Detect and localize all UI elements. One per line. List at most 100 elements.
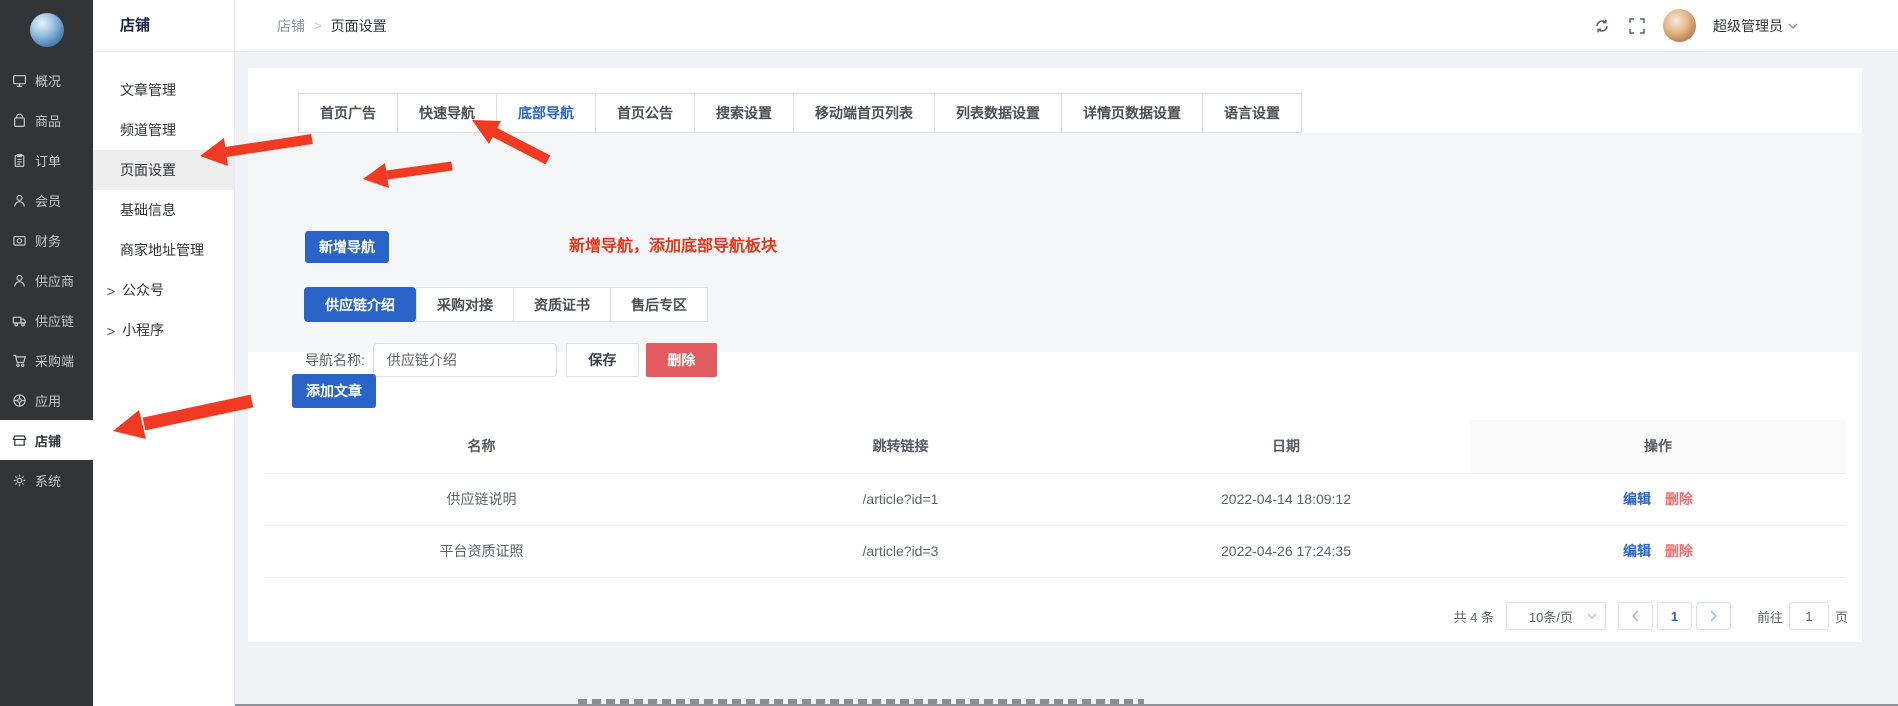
add-nav-button[interactable]: 新增导航: [305, 231, 389, 263]
sidebar-item-system[interactable]: 系统: [0, 460, 93, 500]
breadcrumb-separator: >: [314, 18, 322, 33]
supply-chain-icon: [12, 313, 27, 328]
tab-search-settings[interactable]: 搜索设置: [694, 93, 794, 133]
fullscreen-icon[interactable]: [1628, 17, 1646, 35]
sidebar-item-members[interactable]: 会员: [0, 180, 93, 220]
supplier-icon: [12, 273, 27, 288]
order-icon: [12, 153, 27, 168]
nav-subtabs: 供应链介绍 采购对接 资质证书 售后专区: [305, 287, 708, 322]
sidebar-item-label: 供应商: [35, 271, 74, 290]
pagination: 共 4 条 10条/页 1 前往 页: [1454, 602, 1849, 630]
page-size-value: 10条/页: [1529, 607, 1573, 626]
article-date: 2022-04-26 17:24:35: [1102, 525, 1470, 577]
sidebar-item-merchant-address[interactable]: 商家地址管理: [93, 230, 234, 270]
tab-language-settings[interactable]: 语言设置: [1202, 93, 1302, 133]
caret-down-icon: [1788, 23, 1798, 29]
select-caret-icon: [1587, 613, 1597, 619]
prev-page-button[interactable]: [1618, 602, 1653, 630]
col-actions: 操作: [1470, 420, 1846, 473]
breadcrumb: 店铺 > 页面设置: [277, 16, 387, 36]
sidebar-item-label: 商品: [35, 111, 61, 130]
sidebar-item-mini-program[interactable]: >小程序: [93, 310, 234, 350]
sidebar-item-overview[interactable]: 概况: [0, 60, 93, 100]
primary-sidebar: 概况 商品 订单 会员 财务 供应商: [0, 0, 93, 706]
sidebar-item-label: 采购端: [35, 351, 74, 370]
subtab-procurement-docking[interactable]: 采购对接: [416, 287, 514, 322]
system-icon: [12, 473, 27, 488]
sidebar-item-goods[interactable]: 商品: [0, 100, 93, 140]
page-content: 首页广告 快速导航 底部导航 首页公告 搜索设置 移动端首页列表 列表数据设置 …: [235, 52, 1898, 706]
add-article-button[interactable]: 添加文章: [292, 374, 376, 408]
delete-button[interactable]: 删除: [646, 343, 717, 377]
delete-link[interactable]: 删除: [1665, 491, 1693, 507]
goto-page-input[interactable]: [1789, 602, 1829, 630]
pagination-total: 共 4 条: [1454, 607, 1494, 626]
shop-icon: [12, 433, 27, 448]
sidebar-item-official-account[interactable]: >公众号: [93, 270, 234, 310]
page-unit-label: 页: [1835, 607, 1848, 626]
user-avatar[interactable]: [1663, 9, 1696, 42]
page-number-button[interactable]: 1: [1657, 602, 1692, 630]
article-name: 供应链说明: [264, 473, 699, 525]
sidebar-item-channel-management[interactable]: 频道管理: [93, 110, 234, 150]
breadcrumb-root[interactable]: 店铺: [277, 16, 305, 36]
sidebar-item-supply-chain[interactable]: 供应链: [0, 300, 93, 340]
edit-link[interactable]: 编辑: [1623, 543, 1651, 559]
user-menu[interactable]: 超级管理员: [1713, 16, 1798, 36]
subtab-after-sales[interactable]: 售后专区: [610, 287, 708, 322]
sidebar-item-label: 财务: [35, 231, 61, 250]
sidebar-item-basic-info[interactable]: 基础信息: [93, 190, 234, 230]
sidebar-item-shop[interactable]: 店铺: [0, 420, 93, 460]
procurement-icon: [12, 353, 27, 368]
logo-wrap: [0, 0, 93, 60]
sidebar-item-page-settings[interactable]: 页面设置: [93, 150, 234, 190]
sidebar-item-label: 公众号: [122, 282, 164, 298]
refresh-icon[interactable]: [1593, 17, 1611, 35]
tab-quick-nav[interactable]: 快速导航: [397, 93, 497, 133]
nav-name-input[interactable]: [373, 343, 557, 377]
tab-home-ads[interactable]: 首页广告: [298, 93, 398, 133]
tab-list-data-settings[interactable]: 列表数据设置: [934, 93, 1062, 133]
top-bar: 店铺 > 页面设置 超级管理员: [235, 0, 1898, 52]
tab-detail-data-settings[interactable]: 详情页数据设置: [1061, 93, 1203, 133]
subtab-supply-chain-intro[interactable]: 供应链介绍: [304, 287, 416, 322]
sidebar-item-label: 应用: [35, 391, 61, 410]
tab-mobile-home-list[interactable]: 移动端首页列表: [793, 93, 935, 133]
apps-icon: [12, 393, 27, 408]
delete-link[interactable]: 删除: [1665, 543, 1693, 559]
edit-link[interactable]: 编辑: [1623, 491, 1651, 507]
next-icon: [1709, 610, 1718, 622]
sidebar-item-article-management[interactable]: 文章管理: [93, 70, 234, 110]
sidebar-item-orders[interactable]: 订单: [0, 140, 93, 180]
prev-icon: [1631, 610, 1640, 622]
sidebar-item-label: 概况: [35, 71, 61, 90]
sidebar-item-label: 小程序: [122, 322, 164, 338]
tab-home-notice[interactable]: 首页公告: [595, 93, 695, 133]
table-row: 供应链说明 /article?id=1 2022-04-14 18:09:12 …: [264, 473, 1846, 525]
secondary-sidebar-title: 店铺: [93, 0, 234, 52]
sidebar-item-label: 会员: [35, 191, 61, 210]
save-button[interactable]: 保存: [566, 343, 639, 377]
primary-nav: 概况 商品 订单 会员 财务 供应商: [0, 60, 93, 500]
col-link: 跳转链接: [699, 420, 1102, 473]
col-date: 日期: [1102, 420, 1470, 473]
sidebar-item-procurement[interactable]: 采购端: [0, 340, 93, 380]
page-size-select[interactable]: 10条/页: [1506, 602, 1606, 630]
top-bar-actions: 超级管理员: [1593, 9, 1798, 42]
tab-footer-nav[interactable]: 底部导航: [496, 93, 596, 133]
subtab-qualification-cert[interactable]: 资质证书: [513, 287, 611, 322]
admin-page: 概况 商品 订单 会员 财务 供应商: [0, 0, 1898, 706]
table-row: 平台资质证照 /article?id=3 2022-04-26 17:24:35…: [264, 525, 1846, 577]
col-name: 名称: [264, 420, 699, 473]
settings-card: 首页广告 快速导航 底部导航 首页公告 搜索设置 移动端首页列表 列表数据设置 …: [248, 68, 1862, 642]
next-page-button[interactable]: [1696, 602, 1731, 630]
user-name: 超级管理员: [1713, 16, 1783, 36]
finance-icon: [12, 233, 27, 248]
sidebar-item-apps[interactable]: 应用: [0, 380, 93, 420]
sidebar-item-finance[interactable]: 财务: [0, 220, 93, 260]
site-logo[interactable]: [30, 13, 64, 47]
sidebar-item-suppliers[interactable]: 供应商: [0, 260, 93, 300]
article-name: 平台资质证照: [264, 525, 699, 577]
secondary-sidebar: 店铺 文章管理 频道管理 页面设置 基础信息 商家地址管理 >公众号 >小程序: [93, 0, 235, 706]
annotation-text: 新增导航，添加底部导航板块: [569, 231, 777, 263]
